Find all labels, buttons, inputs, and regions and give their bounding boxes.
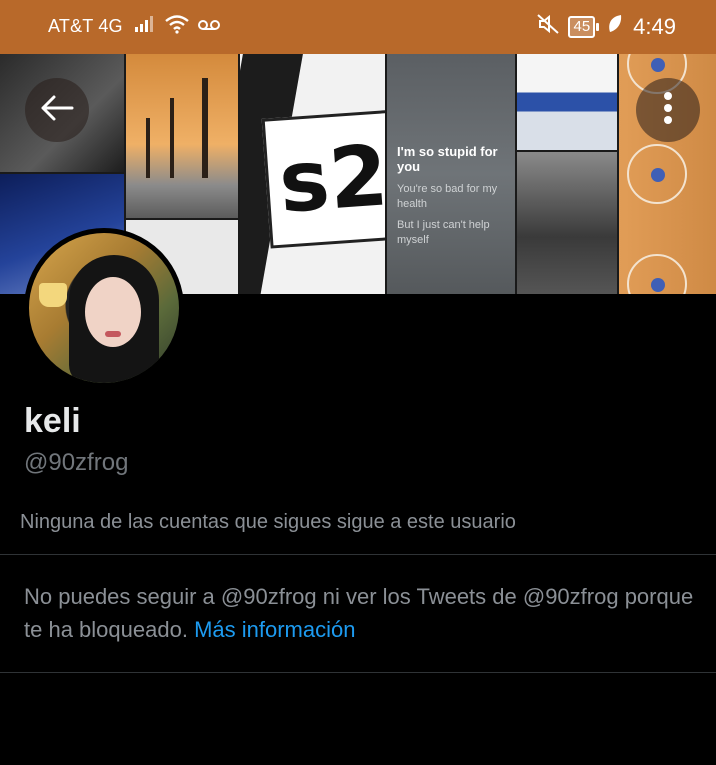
signal-icon	[134, 15, 156, 38]
voicemail-icon	[198, 18, 220, 36]
divider	[0, 672, 716, 673]
lyrics-line: You're so bad for my health	[397, 183, 498, 210]
wifi-icon	[164, 14, 190, 39]
banner-tile-person	[517, 152, 617, 294]
status-bar: AT&T 4G 45 4:49	[0, 0, 716, 54]
battery-level: 45	[568, 15, 596, 38]
followers-you-know-note: Ninguna de las cuentas que sigues sigue …	[20, 511, 516, 533]
carrier-label: AT&T 4G	[48, 16, 123, 36]
more-options-button[interactable]	[636, 78, 700, 142]
banner-tile-sign: s2	[240, 54, 385, 294]
back-button[interactable]	[25, 78, 89, 142]
divider	[0, 554, 716, 555]
banner-tile-lyrics: I'm so stupid for you You're so bad for …	[387, 54, 515, 294]
profile-handle: @90zfrog	[24, 449, 129, 476]
banner-tile-sea	[517, 54, 617, 150]
arrow-left-icon	[40, 94, 74, 127]
profile-name: keli	[24, 402, 81, 440]
blocked-notice-text: No puedes seguir a @90zfrog ni ver los T…	[24, 584, 694, 642]
mute-icon	[536, 12, 560, 41]
leaf-icon	[607, 14, 623, 39]
lyrics-line: But I just can't help myself	[397, 219, 490, 246]
banner-tile-desert-trees	[126, 54, 238, 218]
clock: 4:49	[633, 13, 676, 39]
more-vertical-icon	[663, 91, 673, 130]
sign-text: s2	[261, 109, 385, 249]
blocked-notice: No puedes seguir a @90zfrog ni ver los T…	[24, 580, 694, 646]
avatar[interactable]	[24, 228, 184, 388]
battery-icon: 45	[568, 15, 600, 38]
lyrics-highlight: I'm so stupid for you	[397, 144, 498, 174]
learn-more-link[interactable]: Más información	[194, 617, 355, 642]
